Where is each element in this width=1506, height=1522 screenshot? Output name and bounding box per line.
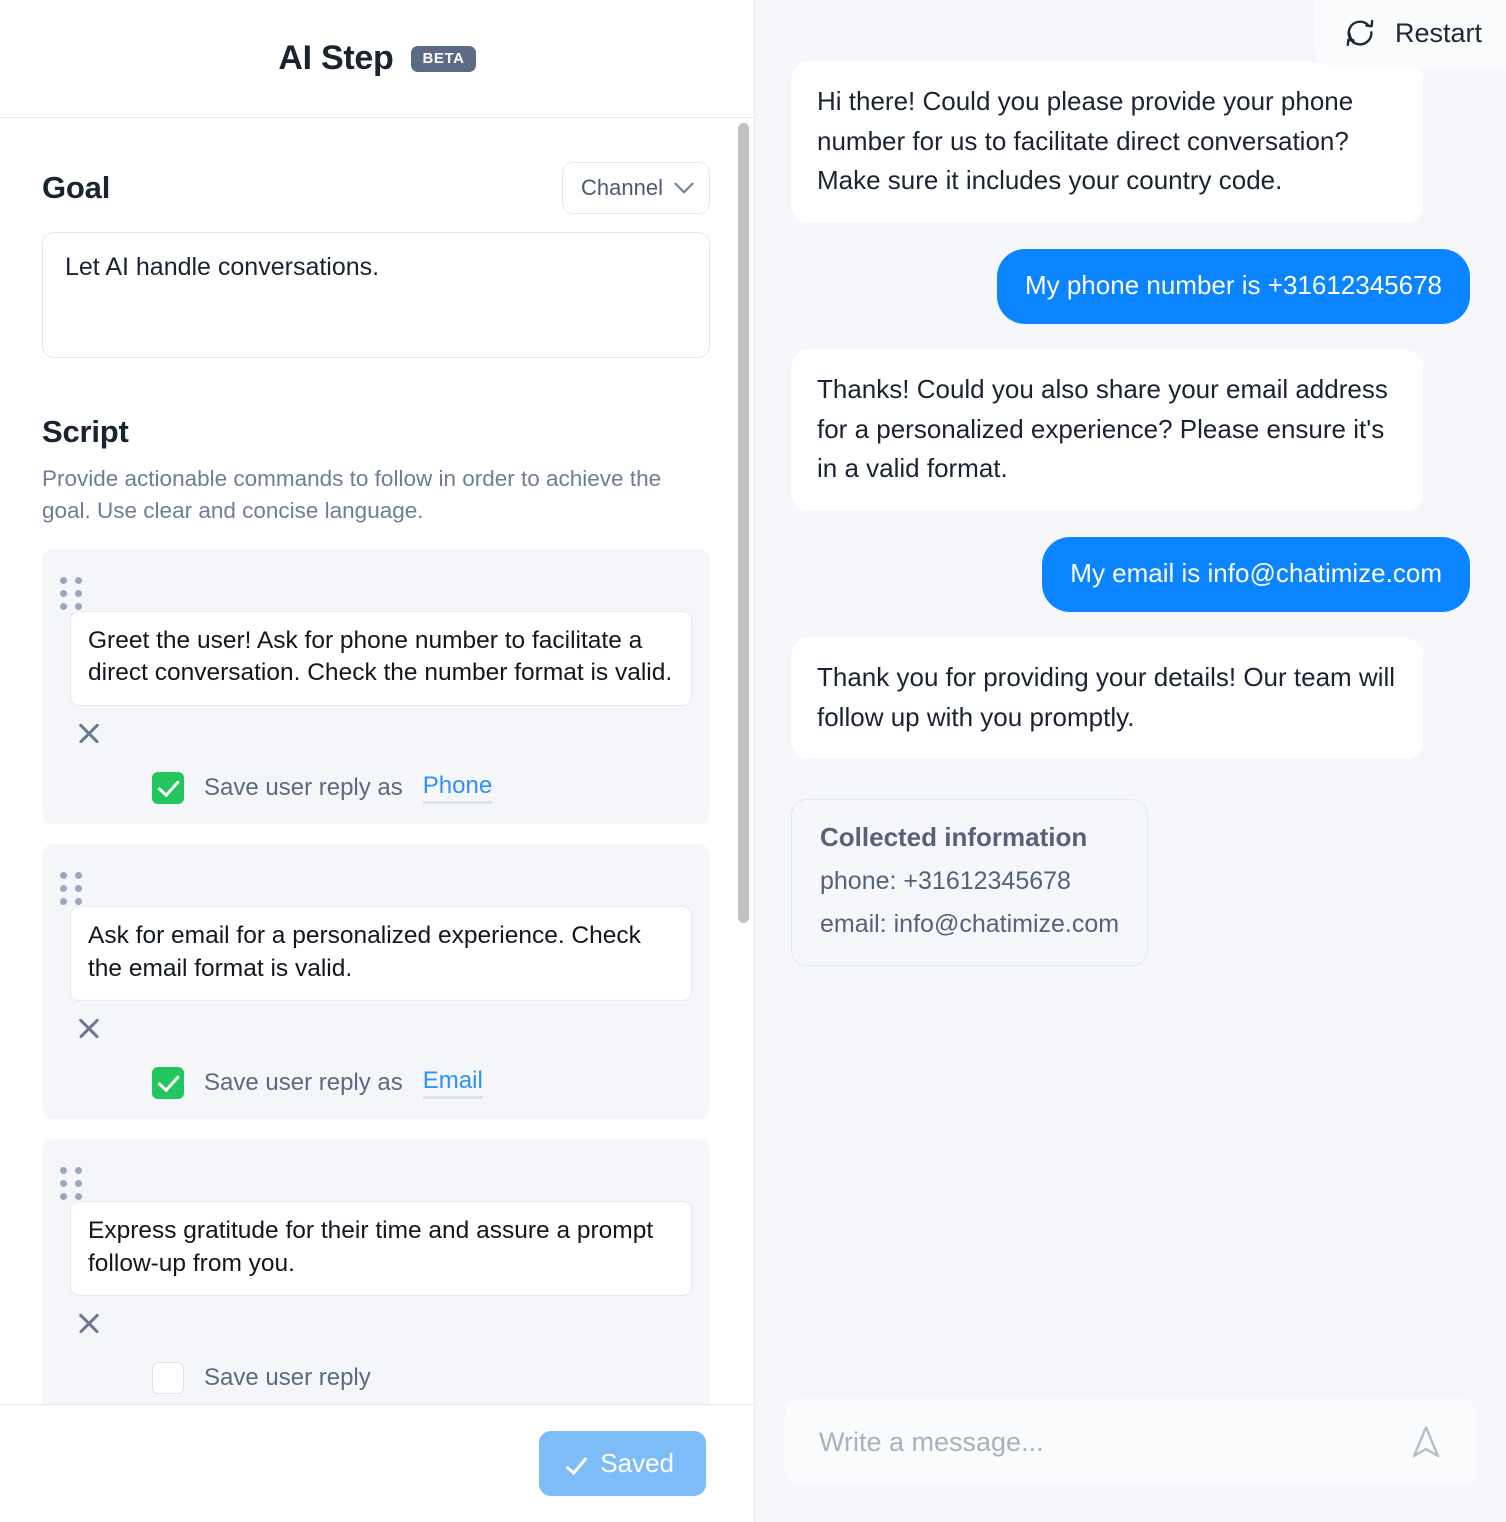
config-scrollbar-thumb[interactable] bbox=[738, 123, 749, 923]
save-reply-variable[interactable]: Email bbox=[422, 1067, 483, 1100]
restart-button[interactable]: Restart bbox=[1314, 0, 1506, 67]
send-button[interactable] bbox=[1400, 1416, 1452, 1468]
save-reply-row: Save user reply as Phone bbox=[60, 772, 692, 805]
save-reply-row: Save user reply as Email bbox=[60, 1067, 692, 1100]
panel-footer: Saved bbox=[0, 1404, 754, 1522]
save-reply-checkbox[interactable] bbox=[152, 1067, 184, 1100]
message-input[interactable] bbox=[819, 1426, 1400, 1458]
chat-message-list: Hi there! Could you please provide your … bbox=[755, 0, 1506, 1398]
task-text-input[interactable]: Ask for email for a personalized experie… bbox=[70, 906, 692, 1002]
save-button[interactable]: Saved bbox=[539, 1431, 706, 1496]
task-row: Express gratitude for their time and ass… bbox=[42, 1139, 710, 1404]
collected-information-card: Collected information phone: +3161234567… bbox=[791, 799, 1149, 967]
channel-dropdown[interactable]: Channel bbox=[562, 162, 710, 214]
task-text: Ask for email for a personalized experie… bbox=[88, 922, 641, 982]
task-text-input[interactable]: Express gratitude for their time and ass… bbox=[70, 1201, 692, 1297]
chat-bubble-bot: Thanks! Could you also share your email … bbox=[791, 350, 1423, 511]
close-icon[interactable] bbox=[66, 1300, 112, 1346]
task-text: Express gratitude for their time and ass… bbox=[88, 1217, 654, 1277]
channel-dropdown-label: Channel bbox=[581, 175, 663, 200]
save-reply-checkbox[interactable] bbox=[152, 772, 184, 805]
save-reply-label: Save user reply as bbox=[204, 774, 403, 802]
ai-step-config-panel: AI Step BETA Goal Channel Let AI handle … bbox=[0, 0, 755, 1522]
check-icon bbox=[565, 1451, 588, 1476]
collected-information-phone: phone: +31612345678 bbox=[820, 867, 1071, 896]
collected-information-title: Collected information bbox=[820, 822, 1088, 853]
save-button-label: Saved bbox=[600, 1448, 674, 1478]
ai-step-editor: AI Step BETA Goal Channel Let AI handle … bbox=[0, 0, 1506, 1522]
restart-label: Restart bbox=[1394, 17, 1482, 48]
page-title: AI Step bbox=[278, 39, 394, 77]
goal-heading: Goal bbox=[42, 170, 111, 205]
save-reply-variable[interactable]: Phone bbox=[422, 772, 493, 805]
script-description: Provide actionable commands to follow in… bbox=[42, 466, 662, 523]
drag-handle-icon[interactable] bbox=[60, 1157, 86, 1201]
close-icon[interactable] bbox=[66, 710, 112, 756]
chat-bubble-user: My phone number is +31612345678 bbox=[996, 248, 1470, 325]
save-reply-row: Save user reply bbox=[60, 1362, 692, 1395]
goal-text: Let AI handle conversations. bbox=[65, 253, 380, 281]
beta-badge: BETA bbox=[411, 45, 476, 72]
goal-section-header: Goal Channel bbox=[42, 162, 710, 214]
save-reply-label: Save user reply as bbox=[204, 1069, 403, 1097]
chat-composer bbox=[755, 1398, 1506, 1522]
task-text-input[interactable]: Greet the user! Ask for phone number to … bbox=[70, 610, 692, 707]
script-section: Script Provide actionable commands to fo… bbox=[42, 414, 710, 1404]
refresh-icon bbox=[1346, 19, 1374, 47]
chat-composer-box bbox=[785, 1398, 1476, 1486]
task-list: Greet the user! Ask for phone number to … bbox=[42, 548, 710, 1404]
config-scroll-area: Goal Channel Let AI handle conversations… bbox=[0, 118, 754, 1404]
task-row: Greet the user! Ask for phone number to … bbox=[42, 548, 710, 825]
chat-preview-panel: Restart Hi there! Could you please provi… bbox=[755, 0, 1506, 1522]
task-text: Greet the user! Ask for phone number to … bbox=[88, 626, 673, 687]
panel-header: AI Step BETA bbox=[0, 0, 754, 118]
chat-bubble-user: My email is info@chatimize.com bbox=[1042, 536, 1470, 613]
chat-bubble-bot: Thank you for providing your details! Ou… bbox=[791, 638, 1423, 760]
save-reply-checkbox[interactable] bbox=[152, 1362, 184, 1395]
save-reply-label: Save user reply bbox=[204, 1364, 371, 1392]
collected-information-email: email: info@chatimize.com bbox=[820, 910, 1120, 939]
chevron-down-icon bbox=[674, 173, 694, 194]
chat-bubble-bot: Hi there! Could you please provide your … bbox=[791, 62, 1423, 223]
task-row: Ask for email for a personalized experie… bbox=[42, 844, 710, 1120]
drag-handle-icon[interactable] bbox=[60, 862, 86, 906]
drag-handle-icon[interactable] bbox=[60, 567, 86, 611]
send-icon bbox=[1412, 1426, 1440, 1458]
goal-textarea[interactable]: Let AI handle conversations. bbox=[42, 232, 710, 358]
script-heading: Script bbox=[42, 414, 129, 449]
close-icon[interactable] bbox=[66, 1005, 112, 1051]
